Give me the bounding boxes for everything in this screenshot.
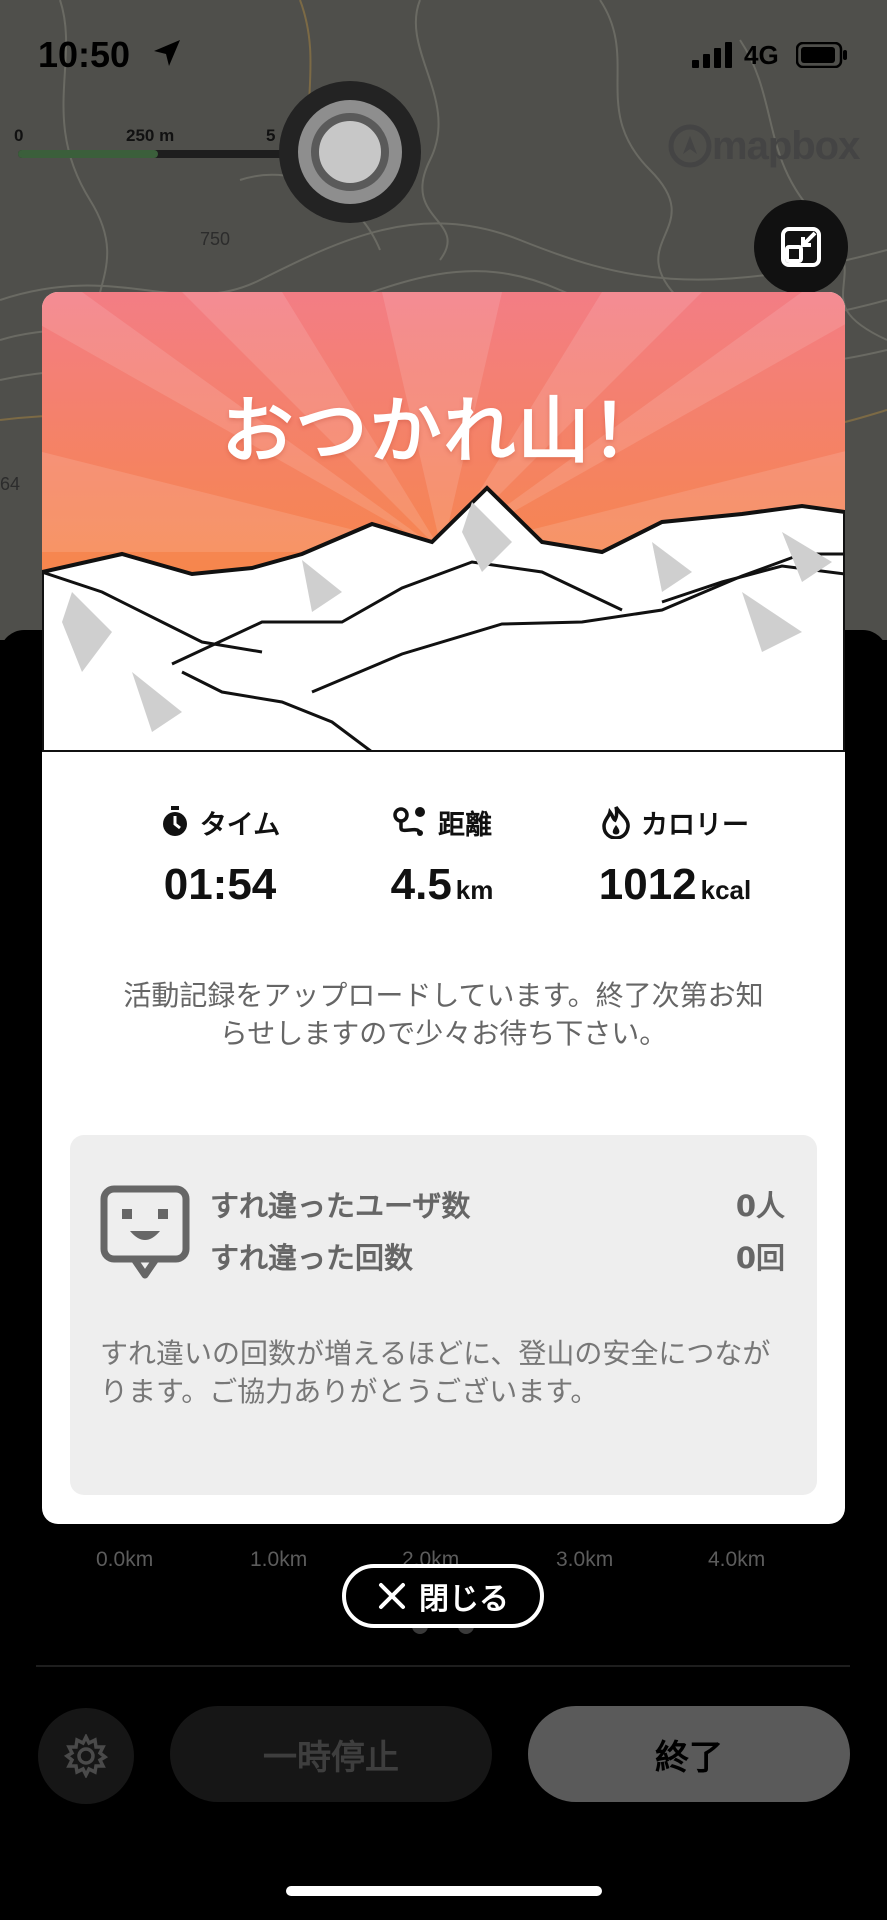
stat-header: タイム — [100, 802, 340, 842]
stat-value: 4.5 km — [322, 860, 562, 910]
distance-value: 4.5 — [390, 860, 452, 909]
upload-status-message: 活動記録をアップロードしています。終了次第お知らせしますので少々お待ち下さい。 — [123, 979, 764, 1050]
route-icon — [393, 807, 425, 836]
mapbox-logo-icon — [668, 124, 712, 168]
distance-unit: km — [455, 875, 494, 905]
stat-time: タイム 01:54 — [100, 802, 340, 922]
scale-start-label: 0 — [14, 126, 24, 145]
smiling-device-icon — [100, 1185, 190, 1279]
network-type: 4G — [744, 40, 779, 70]
calories-unit: kcal — [700, 875, 752, 905]
scale-end-label: 5 — [266, 126, 276, 145]
finish-button[interactable]: 終了 — [528, 1706, 850, 1802]
close-button[interactable]: 閉じる — [342, 1564, 544, 1628]
stat-header: カロリー — [545, 802, 805, 842]
stat-header: 距離 — [322, 802, 562, 842]
divider — [36, 1665, 850, 1667]
calories-value: 1012 — [598, 860, 697, 909]
stat-value: 01:54 — [100, 860, 340, 910]
mapbox-attribution[interactable]: mapbox — [712, 124, 860, 169]
close-label: 閉じる — [419, 1582, 509, 1617]
battery-icon — [796, 42, 847, 68]
stopwatch-icon — [162, 806, 187, 836]
passed-users-row: すれ違ったユーザ数 0人 — [210, 1183, 785, 1223]
clock-time: 10:50 — [38, 34, 131, 75]
stat-label: カロリー — [641, 809, 749, 841]
stat-calories: カロリー 1012 kcal — [545, 802, 805, 922]
passing-note: すれ違いの回数が増えるほどに、登山の安全につながります。ご協力ありがとうございま… — [100, 1337, 771, 1408]
pause-button[interactable]: 一時停止 — [170, 1706, 492, 1802]
passed-users-value: 0人 — [735, 1189, 785, 1223]
settings-button[interactable] — [38, 1708, 134, 1804]
location-arrow-icon — [154, 40, 180, 66]
axis-tick-label: 0.0km — [96, 1548, 154, 1571]
stat-distance: 距離 4.5 km — [322, 802, 562, 922]
passing-info-box: すれ違ったユーザ数 0人 すれ違った回数 0回 すれ違いの回数が増えるほどに、登… — [70, 1135, 817, 1495]
shrink-window-icon — [781, 227, 821, 267]
mountain-sunburst-illustration — [42, 292, 845, 752]
passed-users-label: すれ違ったユーザ数 — [210, 1189, 471, 1223]
scale-bar-segment — [18, 150, 158, 158]
completion-dialog: おつかれ山！ タイム 01:54 距離 4.5 km カロリー 1012 kca… — [42, 292, 845, 1524]
app-screen: 750 64 10:50 4G 0 250 m 5 mapbox 0.0km 1… — [0, 0, 887, 1920]
map-expand-button[interactable] — [754, 200, 848, 294]
gear-icon — [64, 1734, 108, 1778]
dialog-title: おつかれ山！ — [221, 389, 666, 473]
record-button[interactable] — [279, 81, 421, 223]
map-scale: 0 250 m 5 — [14, 126, 284, 166]
passed-count-row: すれ違った回数 0回 — [210, 1235, 785, 1275]
status-bar: 10:50 4G — [0, 0, 887, 110]
axis-tick-label: 3.0km — [556, 1548, 614, 1571]
passed-count-value: 0回 — [735, 1241, 785, 1275]
home-indicator[interactable] — [286, 1886, 602, 1896]
stat-label: 距離 — [438, 809, 492, 841]
contour-label: 64 — [0, 474, 20, 494]
signal-strength-icon — [692, 42, 732, 68]
close-icon — [379, 1583, 405, 1609]
passed-count-label: すれ違った回数 — [210, 1241, 414, 1275]
contour-label: 750 — [200, 229, 230, 249]
axis-tick-label: 4.0km — [708, 1548, 766, 1571]
record-button-core — [311, 113, 389, 191]
flame-icon — [602, 806, 630, 839]
time-value: 01:54 — [163, 860, 277, 909]
stat-value: 1012 kcal — [545, 860, 805, 910]
dialog-header: おつかれ山！ — [42, 292, 845, 752]
stat-label: タイム — [199, 809, 281, 841]
axis-tick-label: 1.0km — [250, 1548, 308, 1571]
scale-mid-label: 250 m — [126, 126, 175, 145]
